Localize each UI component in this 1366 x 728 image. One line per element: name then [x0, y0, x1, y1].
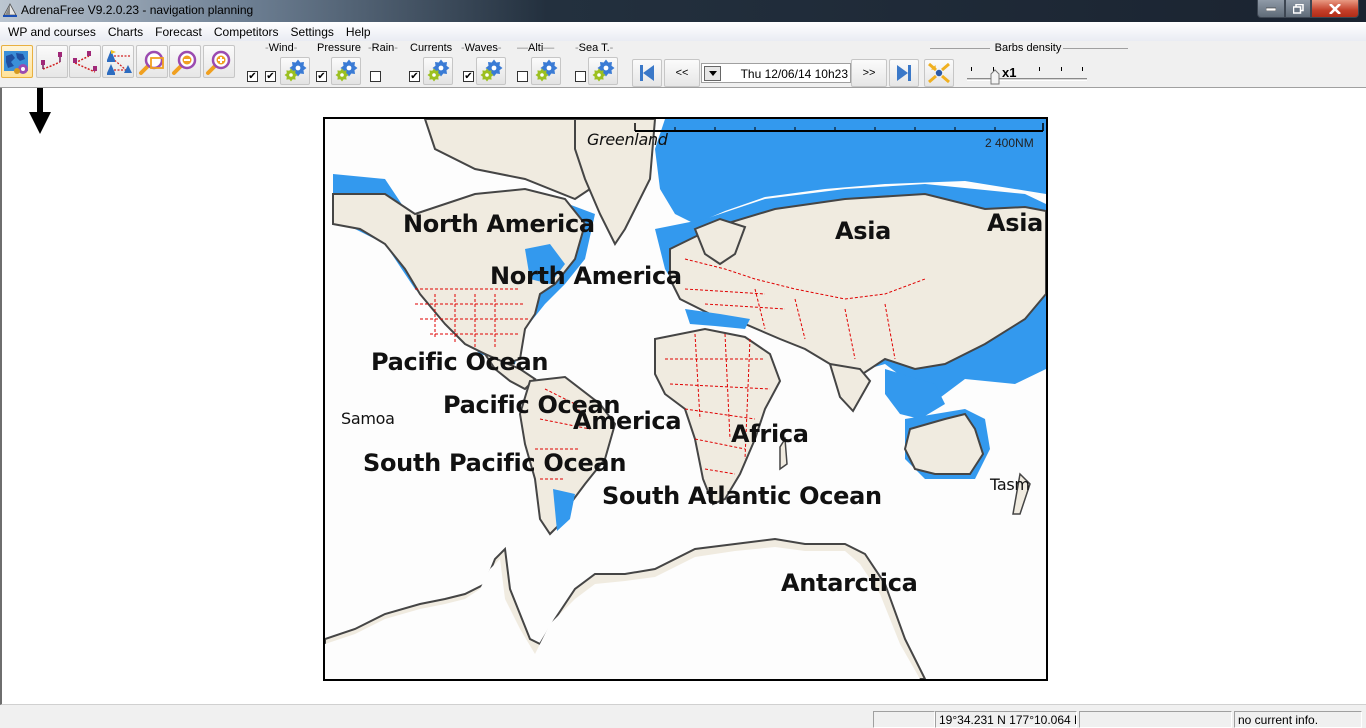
alti-checkbox[interactable] [517, 71, 528, 82]
last-frame-button[interactable] [889, 59, 919, 87]
alti-settings-button[interactable] [531, 57, 561, 85]
pressure-group-label: Pressure [317, 42, 362, 54]
zoom-out-button[interactable] [169, 45, 201, 78]
status-cell-1 [873, 711, 935, 728]
menu-settings[interactable]: Settings [286, 25, 341, 39]
scale-label: 2 400NM [985, 136, 1034, 150]
gear-icon [427, 59, 450, 82]
label-south-atlantic-ocean: South Atlantic Ocean [602, 482, 882, 510]
label-asia-2: Asia [987, 209, 1044, 237]
chart-settings-button[interactable] [1, 45, 33, 78]
next-button[interactable]: >> [851, 59, 887, 87]
zoom-in-button[interactable] [203, 45, 235, 78]
skip-to-start-icon [640, 65, 654, 81]
multi-route-icon [73, 50, 97, 73]
menu-help[interactable]: Help [341, 25, 378, 39]
currents-group-label: Currents [410, 42, 453, 54]
sea-temp-group-label: -Sea T.- [575, 42, 614, 54]
label-tasman: Tasm [990, 475, 1030, 494]
cursor-position: 19°34.231 N 177°10.064 E [935, 711, 1077, 728]
label-pacific-ocean-1: Pacific Ocean [371, 348, 549, 376]
waves-checkbox[interactable]: ✔ [463, 71, 474, 82]
multi-route-button[interactable] [69, 45, 101, 78]
wind-checkbox-1[interactable]: ✔ [247, 71, 258, 82]
center-view-button[interactable] [924, 59, 954, 87]
first-frame-button[interactable] [632, 59, 662, 87]
label-africa: Africa [731, 420, 809, 448]
zoom-area-button[interactable] [136, 45, 168, 78]
gear-icon [535, 59, 558, 82]
minimize-button[interactable] [1257, 0, 1285, 18]
wind-settings-button[interactable] [280, 57, 310, 85]
rain-checkbox[interactable] [370, 71, 381, 82]
label-south-pacific-ocean: South Pacific Ocean [363, 449, 627, 477]
pressure-checkbox[interactable]: ✔ [316, 71, 327, 82]
title-bar: AdrenaFree V9.2.0.23 - navigation planni… [0, 0, 1366, 22]
pressure-settings-button[interactable] [331, 57, 361, 85]
wind-group-label: -Wind- [265, 42, 298, 54]
zoom-area-icon [139, 50, 164, 75]
alti-group-label: —Alti— [517, 42, 555, 54]
barbs-density-label: Barbs density [994, 42, 1062, 54]
down-arrow-icon [29, 88, 51, 134]
forecast-date-value: Thu 12/06/14 10h23 [740, 67, 848, 81]
rain-group-label: -Rain- [368, 42, 398, 54]
world-map[interactable]: 2 400NM Greenland North America North Am… [323, 117, 1048, 681]
menu-forecast[interactable]: Forecast [150, 25, 209, 39]
menu-bar: WP and courses Charts Forecast Competito… [0, 22, 1366, 41]
menu-competitors[interactable]: Competitors [209, 25, 286, 39]
barbs-density-slider[interactable] [967, 78, 1087, 81]
slider-thumb[interactable] [990, 69, 1000, 85]
minimize-icon [1266, 7, 1276, 11]
app-logo-icon [3, 3, 17, 17]
status-bar: 19°34.231 N 177°10.064 E no current info… [0, 706, 1366, 728]
dropdown-button[interactable] [704, 66, 721, 81]
race-course-icon [107, 49, 132, 75]
center-arrows-icon [928, 62, 950, 84]
close-button[interactable] [1311, 0, 1359, 18]
skip-to-end-icon [897, 65, 911, 81]
label-samoa: Samoa [341, 409, 395, 428]
zoom-out-icon [172, 50, 197, 75]
route-button[interactable] [36, 45, 68, 78]
gear-icon [335, 59, 358, 82]
waves-group-label: -Waves- [461, 42, 502, 54]
status-cell-3 [1079, 711, 1232, 728]
label-asia-1: Asia [835, 217, 892, 245]
currents-settings-button[interactable] [423, 57, 453, 85]
barbs-density-value: x1 [1002, 65, 1017, 80]
restore-button[interactable] [1285, 0, 1311, 18]
sea-temp-settings-button[interactable] [588, 57, 618, 85]
menu-charts[interactable]: Charts [103, 25, 150, 39]
label-north-america-2: North America [490, 262, 682, 290]
zoom-in-icon [206, 50, 231, 75]
race-course-button[interactable] [102, 45, 134, 78]
menu-wp-and-courses[interactable]: WP and courses [3, 25, 103, 39]
window-title: AdrenaFree V9.2.0.23 - navigation planni… [21, 3, 254, 17]
currents-checkbox[interactable]: ✔ [409, 71, 420, 82]
map-gear-icon [4, 50, 28, 74]
label-greenland: Greenland [587, 130, 668, 149]
forecast-date-select[interactable]: Thu 12/06/14 10h23 [701, 63, 851, 83]
previous-button[interactable]: << [664, 59, 700, 87]
map-graphics [325, 119, 1046, 679]
gear-icon [284, 59, 307, 82]
restore-icon [1292, 3, 1304, 14]
current-info: no current info. [1234, 711, 1362, 728]
label-north-america-1: North America [403, 210, 595, 238]
label-antarctica: Antarctica [781, 569, 918, 597]
waves-settings-button[interactable] [476, 57, 506, 85]
gear-icon [480, 59, 503, 82]
gear-icon [592, 59, 615, 82]
label-america: America [573, 407, 682, 435]
route-icon [41, 51, 62, 70]
toolbar: -Wind- ✔ ✔ Pressure ✔ -Rain- Currents ✔ … [0, 41, 1366, 88]
chevron-down-icon [708, 71, 717, 76]
close-icon [1329, 3, 1341, 14]
sea-temp-checkbox[interactable] [575, 71, 586, 82]
chart-canvas[interactable]: 2 400NM Greenland North America North Am… [0, 88, 1366, 705]
wind-checkbox-2[interactable]: ✔ [265, 71, 276, 82]
